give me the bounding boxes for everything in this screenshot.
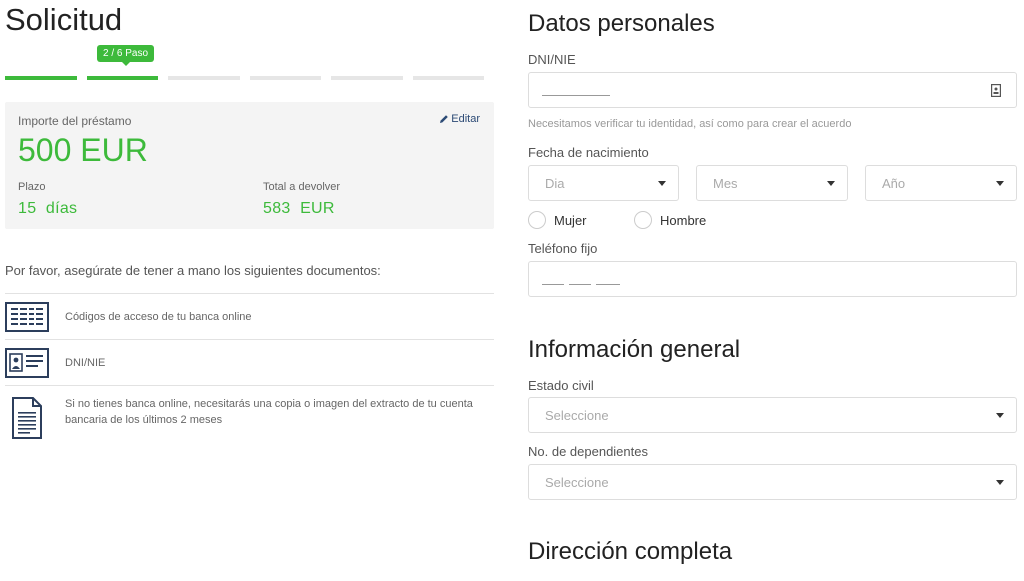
term-value: 15 días xyxy=(18,200,78,217)
birth-month-placeholder: Mes xyxy=(713,175,738,191)
dni-input[interactable] xyxy=(528,72,1017,108)
total-repay-label: Total a devolver xyxy=(263,181,341,193)
id-badge-icon xyxy=(991,84,1001,97)
bank-codes-icon xyxy=(5,301,49,332)
gender-female-radio[interactable]: Mujer xyxy=(528,211,587,229)
loan-summary-box: Importe del préstamo Editar 500 EUR Plaz… xyxy=(5,102,494,229)
radio-circle xyxy=(634,211,652,229)
loan-amount-label: Importe del préstamo xyxy=(18,114,132,128)
dependents-select[interactable]: Seleccione xyxy=(528,464,1017,500)
page-title: Solicitud xyxy=(5,2,123,37)
document-icon xyxy=(12,397,42,439)
civil-status-placeholder: Seleccione xyxy=(545,407,609,423)
term-label: Plazo xyxy=(18,181,46,193)
phone-label: Teléfono fijo xyxy=(528,241,598,256)
civil-status-label: Estado civil xyxy=(528,378,594,393)
dni-mask xyxy=(542,95,610,96)
birthdate-label: Fecha de nacimiento xyxy=(528,145,649,160)
dni-hint: Necesitamos verificar tu identidad, así … xyxy=(528,118,852,130)
chevron-down-icon xyxy=(996,413,1004,418)
gender-male-radio[interactable]: Hombre xyxy=(634,211,706,229)
birth-month-select[interactable]: Mes xyxy=(696,165,848,201)
progress-step-6 xyxy=(412,76,484,80)
progress-step-1 xyxy=(5,76,77,80)
phone-mask xyxy=(569,284,591,285)
doc-text: DNI/NIE xyxy=(65,356,106,369)
birth-day-select[interactable]: Dia xyxy=(528,165,679,201)
progress-steps xyxy=(5,76,484,80)
progress-step-4 xyxy=(249,76,321,80)
chevron-down-icon xyxy=(996,480,1004,485)
doc-text: Códigos de acceso de tu banca online xyxy=(65,310,252,323)
chevron-down-icon xyxy=(996,181,1004,186)
edit-loan-link[interactable]: Editar xyxy=(439,113,480,125)
chevron-down-icon xyxy=(827,181,835,186)
progress-step-5 xyxy=(331,76,403,80)
pencil-icon xyxy=(440,115,449,123)
phone-input[interactable] xyxy=(528,261,1017,297)
doc-text: Si no tienes banca online, necesitarás u… xyxy=(65,398,473,426)
phone-mask xyxy=(542,284,564,285)
civil-status-select[interactable]: Seleccione xyxy=(528,397,1017,433)
total-repay-value: 583 EUR xyxy=(263,200,335,217)
dni-label: DNI/NIE xyxy=(528,52,576,67)
section-title-personal: Datos personales xyxy=(528,10,715,37)
section-title-general: Información general xyxy=(528,336,741,363)
chevron-down-icon xyxy=(658,181,666,186)
edit-label: Editar xyxy=(451,113,480,125)
step-badge: 2 / 6 Paso xyxy=(97,45,155,66)
docs-intro: Por favor, asegúrate de tener a mano los… xyxy=(5,263,381,278)
dependents-label: No. de dependientes xyxy=(528,444,648,459)
birth-year-select[interactable]: Año xyxy=(865,165,1017,201)
phone-mask xyxy=(596,284,620,285)
birth-year-placeholder: Año xyxy=(882,175,906,191)
id-card-icon xyxy=(5,347,49,378)
radio-circle xyxy=(528,211,546,229)
progress-step-2 xyxy=(86,76,158,80)
documents-list: Códigos de acceso de tu banca online DNI… xyxy=(5,293,494,451)
dependents-placeholder: Seleccione xyxy=(545,474,609,490)
progress-step-3 xyxy=(168,76,240,80)
gender-female-label: Mujer xyxy=(554,212,587,228)
gender-male-label: Hombre xyxy=(660,212,707,228)
birth-day-placeholder: Dia xyxy=(545,175,565,191)
section-title-address: Dirección completa xyxy=(528,538,733,565)
list-item: Códigos de acceso de tu banca online xyxy=(5,293,494,339)
list-item: DNI/NIE xyxy=(5,339,494,385)
list-item: Si no tienes banca online, necesitarás u… xyxy=(5,385,494,451)
loan-amount: 500 EUR xyxy=(18,132,148,168)
